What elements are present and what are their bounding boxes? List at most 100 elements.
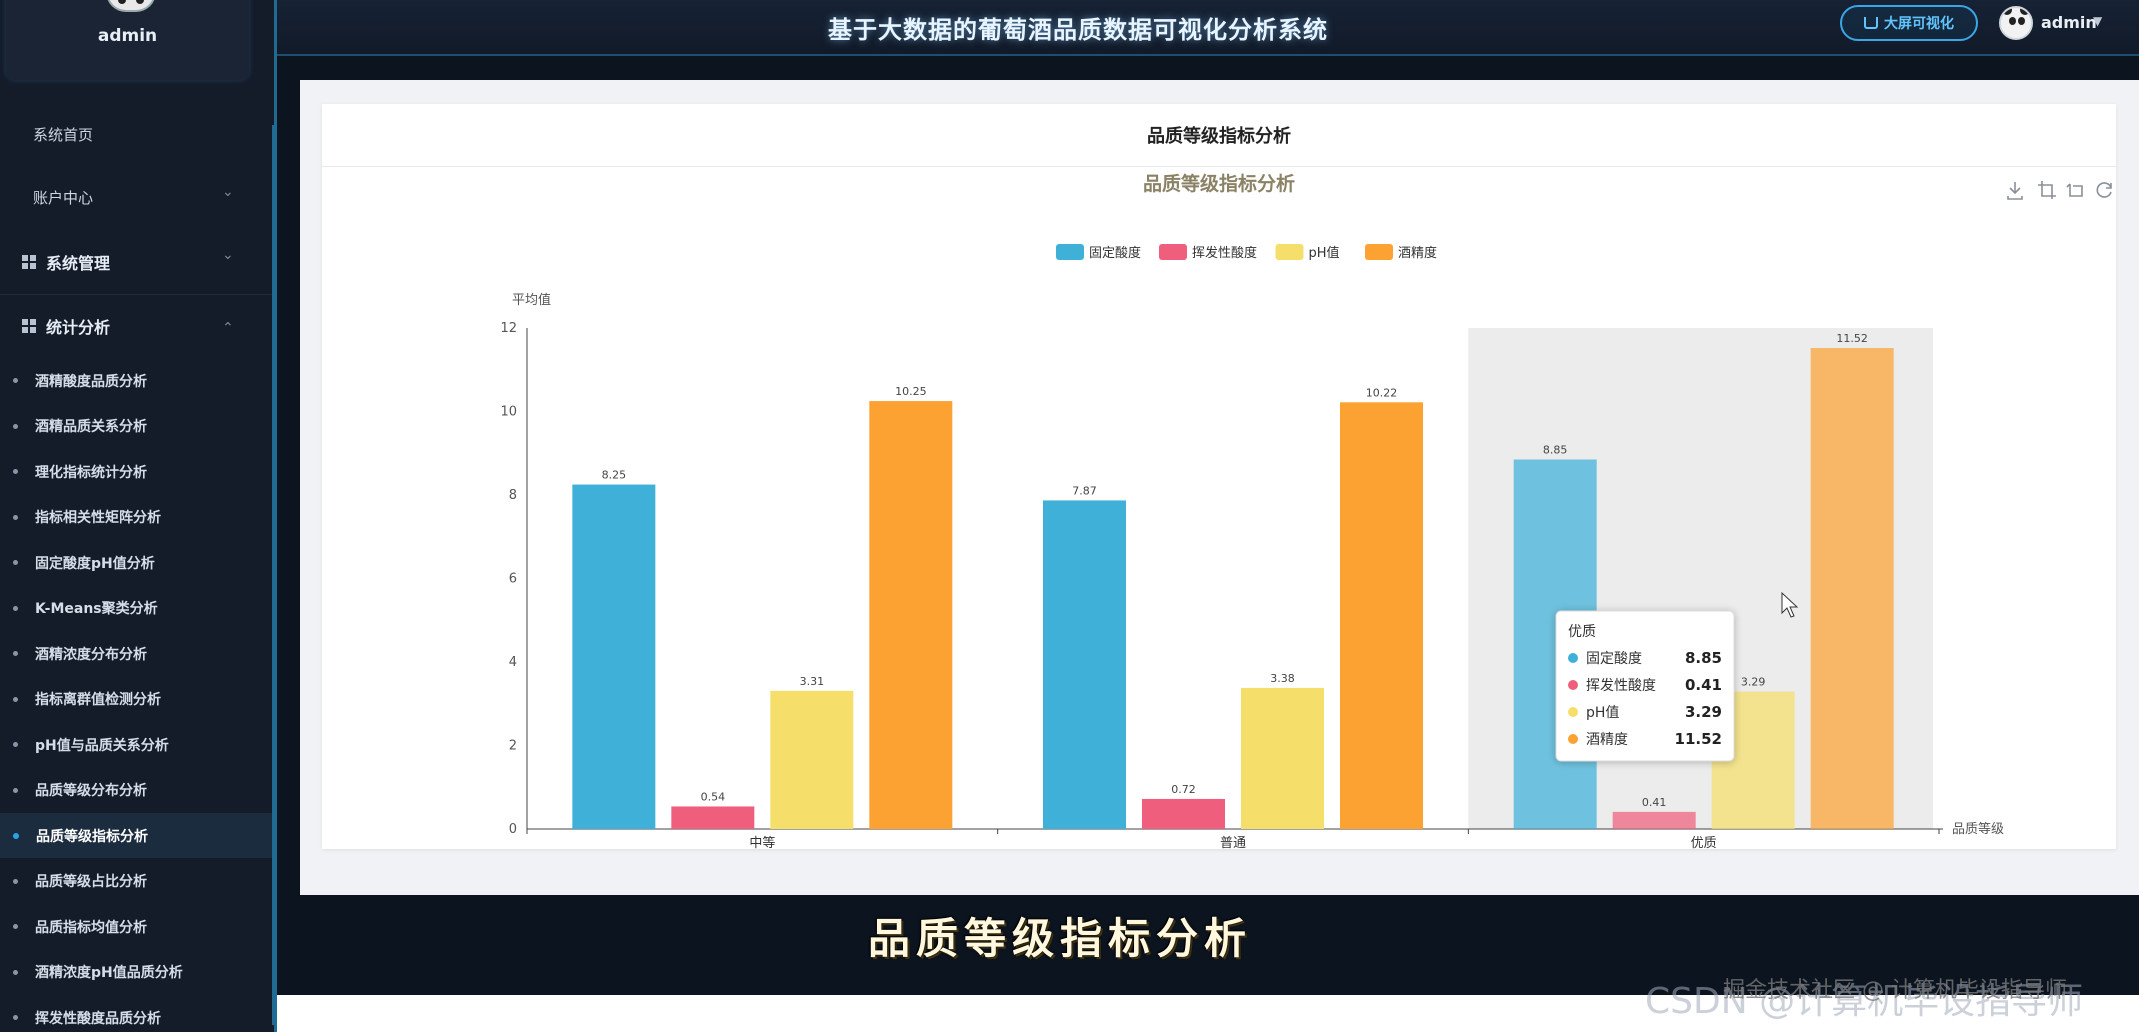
bullet-icon [13,651,18,656]
bullet-icon [13,696,18,702]
sidebar-sub-item-label: 挥发性酸度品质分析 [35,1010,161,1027]
bar[interactable] [1241,687,1324,829]
sidebar-sub-item[interactable]: 理化指标统计分析 [0,449,274,494]
user-avatar [106,0,156,12]
chart-title: 品质等级指标分析 [1143,172,1295,195]
video-caption: 品质等级指标分析 [868,914,1253,963]
data-label: 0.54 [701,790,726,803]
sidebar-sub-item[interactable]: K-Means聚类分析 [0,586,274,631]
sidebar-sub-item-label: 酒精品质关系分析 [35,419,147,435]
refresh-icon[interactable] [2096,182,2112,198]
bar[interactable] [1612,811,1696,829]
sidebar-scrollbar[interactable] [272,125,274,1025]
sidebar-item-account[interactable]: 账户中心 [33,187,93,208]
divider [0,294,274,295]
sidebar-sub-item[interactable]: 挥发性酸度品质分析 [0,995,274,1032]
legend-swatch [1275,244,1304,260]
bar[interactable] [671,806,755,829]
legend-swatch [1056,244,1084,260]
sidebar-sub-item[interactable]: 固定酸度pH值分析 [0,540,274,585]
bullet-icon [13,423,18,429]
sidebar-sub-item-label: 品质等级占比分析 [35,874,147,890]
sidebar-sub-item[interactable]: 酒精浓度分布分析 [0,631,274,676]
sidebar-sub-item-label: 理化指标统计分析 [35,464,147,481]
y-tick-label: 4 [509,655,517,670]
legend-label: 酒精度 [1398,245,1437,261]
y-tick-label: 2 [509,739,517,754]
tooltip-marker [1568,734,1578,744]
x-tick-label: 中等 [749,835,775,849]
bullet-icon [13,787,18,793]
header-user-name[interactable]: admin [2041,13,2097,32]
top-header: 基于大数据的葡萄酒品质数据可视化分析系统 大屏可视化 admin ▼ [277,0,2139,56]
sidebar-sub-item[interactable]: 品质等级指标分析 [0,813,274,858]
y-tick-label: 6 [509,572,517,587]
sidebar-group-label: 系统管理 [46,254,111,273]
sidebar-sub-item-label: 酒精浓度分布分析 [35,646,147,663]
app-root: admin 系统首页 账户中心 ⌄ 系统管理 ⌄ 统计分析 ⌄ 酒精酸度品质分析… [0,0,2139,1032]
big-screen-button[interactable]: 大屏可视化 [1840,5,1978,41]
bar[interactable] [1340,402,1423,829]
bullet-icon [13,514,18,520]
bar[interactable] [572,484,656,829]
sidebar-sub-item-label: 酒精浓度pH值品质分析 [35,965,183,981]
sidebar-group-system[interactable]: 系统管理 [22,250,110,274]
sidebar-item-home[interactable]: 系统首页 [33,124,93,145]
sidebar-sub-item-label: 品质等级分布分析 [35,783,147,799]
bullet-icon [13,605,18,611]
avatar[interactable] [1999,6,2033,40]
data-label: 10.25 [895,385,927,398]
data-label: 10.22 [1366,386,1398,399]
bar[interactable] [1043,500,1126,829]
tooltip-marker [1568,707,1578,717]
chevron-down-icon[interactable]: ▼ [2093,14,2102,28]
tooltip-series-name: 挥发性酸度 [1586,678,1656,694]
sidebar-sub-item-label: 固定酸度pH值分析 [35,555,155,572]
x-axis-label: 品质等级 [1952,821,2004,837]
sidebar-sub-item[interactable]: 酒精浓度pH值品质分析 [0,950,274,995]
sidebar-sub-item[interactable]: pH值与品质关系分析 [0,722,274,767]
zoom-reset-icon[interactable] [2066,183,2083,197]
sidebar-sub-item[interactable]: 品质等级分布分析 [0,768,274,813]
sidebar-sub-item[interactable]: 酒精品质关系分析 [0,404,274,449]
watermark-overlay: 掘金技术社区 @ 计算机毕设指导师 [1723,978,2067,1003]
chevron-up-icon[interactable]: ⌄ [222,318,234,334]
data-label: 11.52 [1836,332,1868,345]
download-icon[interactable] [2007,182,2023,200]
tooltip-series-name: 酒精度 [1586,732,1628,748]
user-card[interactable]: admin [6,0,249,80]
bar[interactable] [1142,798,1225,829]
sidebar-sub-item[interactable]: 指标相关性矩阵分析 [0,495,274,540]
sidebar-sub-item[interactable]: 指标离群值检测分析 [0,677,274,722]
sidebar-group-stats[interactable]: 统计分析 [22,314,110,338]
x-tick-label: 优质 [1691,836,1717,849]
sidebar-sub-item-label: pH值与品质关系分析 [35,737,169,754]
sidebar-sub-item-label: 指标离群值检测分析 [35,692,161,708]
sidebar: admin 系统首页 账户中心 ⌄ 系统管理 ⌄ 统计分析 ⌄ 酒精酸度品质分析… [0,0,277,1032]
y-tick-label: 10 [500,405,517,420]
legend-label: 挥发性酸度 [1192,245,1257,261]
sidebar-group-label: 统计分析 [46,318,111,337]
data-label: 8.85 [1543,444,1568,457]
chevron-down-icon[interactable]: ⌄ [222,184,234,200]
data-label: 8.25 [602,469,627,482]
bar[interactable] [1810,348,1894,829]
bar[interactable] [869,401,953,829]
data-label: 0.41 [1642,796,1667,809]
sidebar-sub-item[interactable]: 酒精酸度品质分析 [0,358,274,403]
bullet-icon [13,969,18,975]
bullet-icon [13,469,18,474]
data-label: 3.31 [800,675,825,688]
bullet-icon [13,378,18,383]
zoom-icon[interactable] [2038,181,2056,199]
sidebar-sub-item[interactable]: 品质指标均值分析 [0,904,274,949]
legend-swatch [1365,244,1393,260]
grid-icon [22,319,36,333]
bar-chart[interactable]: 品质等级指标分析固定酸度 挥发性酸度 pH值 酒精度平均值0246810128.250… [322,167,2116,849]
bullet-icon [13,560,18,565]
tooltip-marker [1568,653,1578,663]
chevron-down-icon[interactable]: ⌄ [222,247,234,263]
sidebar-sub-item[interactable]: 品质等级占比分析 [0,859,274,904]
bar[interactable] [770,690,854,829]
grid-icon [22,255,36,269]
